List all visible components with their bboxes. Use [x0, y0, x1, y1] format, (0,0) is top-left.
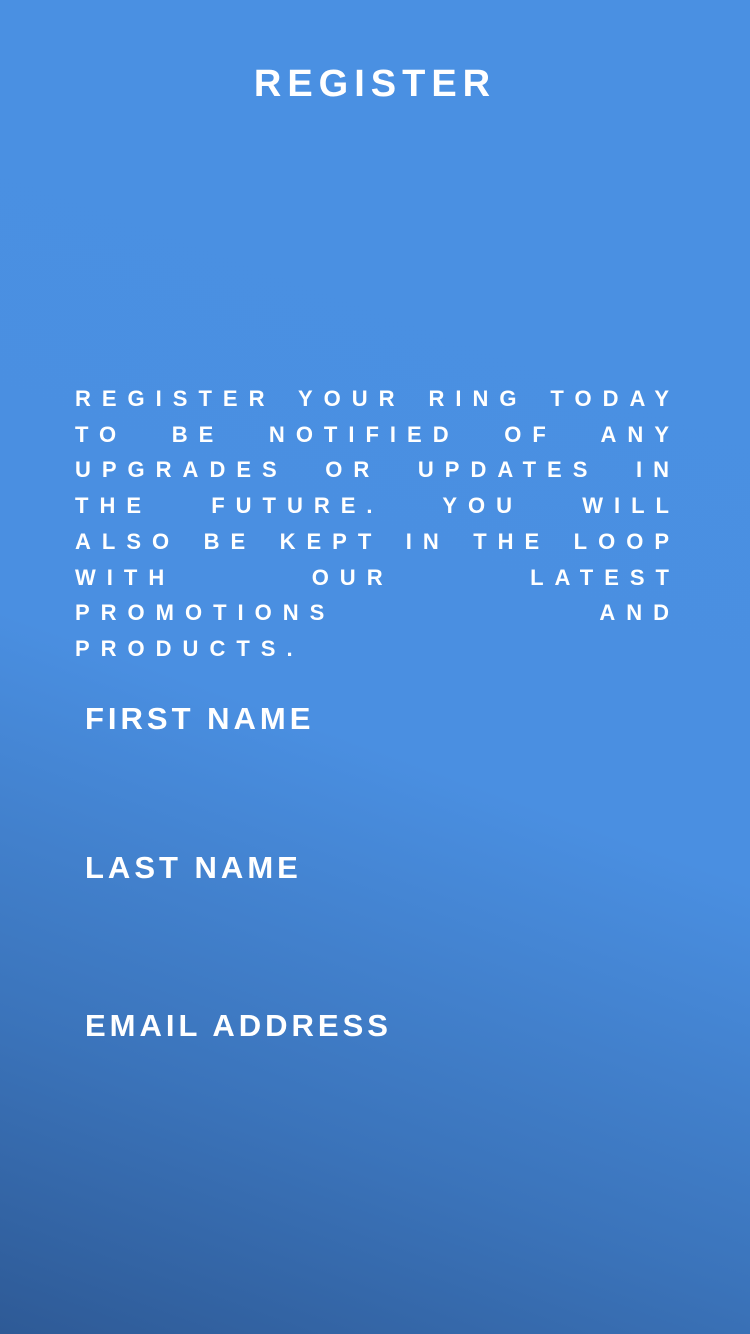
email-address-placeholder: EMAIL ADDRESS: [85, 1008, 392, 1043]
page-title: REGISTER: [253, 63, 497, 105]
register-screen: REGISTER REGISTER YOUR RING TODAY TO BE …: [0, 0, 750, 1334]
email-address-field[interactable]: EMAIL ADDRESS: [75, 996, 675, 1056]
last-name-placeholder: LAST NAME: [85, 850, 302, 885]
register-description: REGISTER YOUR RING TODAY TO BE NOTIFIED …: [75, 386, 680, 661]
first-name-field[interactable]: FIRST NAME: [75, 689, 675, 749]
last-name-field[interactable]: LAST NAME: [75, 838, 675, 898]
first-name-placeholder: FIRST NAME: [85, 701, 315, 736]
